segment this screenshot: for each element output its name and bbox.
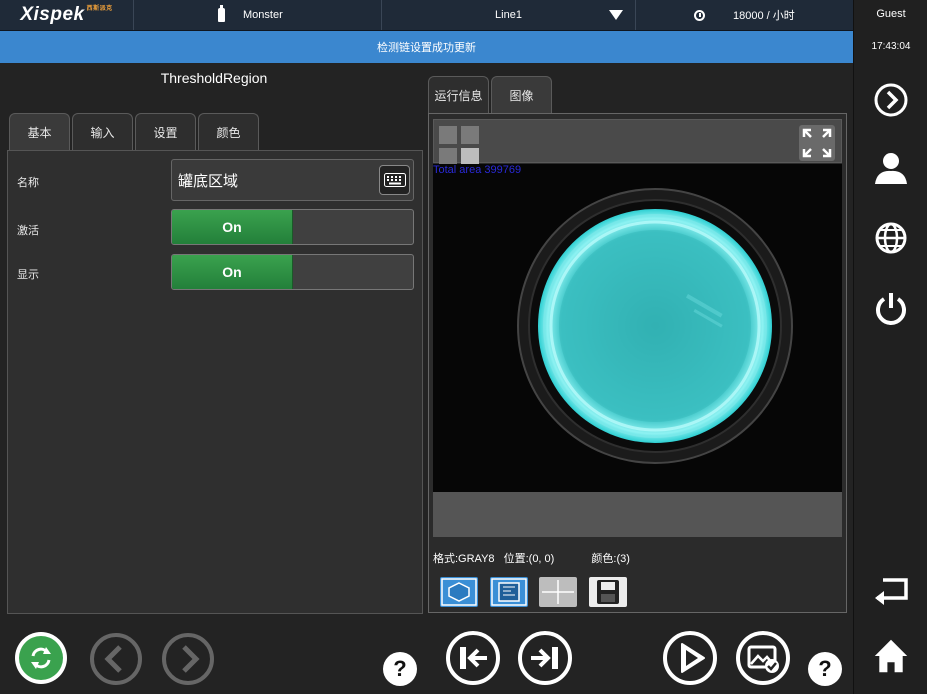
help-button-left[interactable]: ? [383,652,417,686]
right-tab-bar: 运行信息 图像 [428,76,552,113]
tab-input[interactable]: 输入 [72,113,133,150]
product-selector[interactable]: Monster [134,0,382,30]
previous-button[interactable] [89,632,143,686]
step-forward-icon [518,631,572,685]
top-bar: Xispek 西斯派克 Monster Line1 18000 / 小时 [0,0,853,31]
fullscreen-icon [802,128,832,158]
globe-icon[interactable] [873,220,909,256]
tab-runtime-info[interactable]: 运行信息 [428,76,489,113]
display-toggle-on: On [172,255,293,289]
image-toolbar [433,119,842,166]
total-area-label: Total area 399769 [433,164,522,176]
chevron-left-icon [90,633,142,685]
line-name: Line1 [495,9,522,21]
tab-label: 颜色 [216,125,241,140]
split-view-button[interactable] [539,577,577,607]
tab-label: 图像 [509,88,534,103]
user-icon[interactable] [873,150,909,186]
refresh-button[interactable] [15,632,67,684]
chevron-right-icon [162,633,214,685]
color-text: 颜色:(3) [591,553,630,565]
hexagon-region-icon [441,578,477,606]
step-back-icon [446,631,500,685]
name-value: 罐底区域 [178,172,239,190]
tab-label: 设置 [153,125,178,140]
tab-label: 基本 [27,125,52,140]
logo-text: Xispek [20,4,85,25]
active-toggle-on: On [172,210,293,244]
active-label: 激活 [17,225,39,237]
tab-settings[interactable]: 设置 [135,113,196,150]
notification-bar: 检测链设置成功更新 [0,31,853,63]
left-tab-bar: 基本 输入 设置 颜色 [9,113,259,150]
logo: Xispek 西斯派克 [0,0,134,30]
save-icon [597,580,619,604]
step-back-button[interactable] [445,630,501,686]
image-check-icon [736,631,790,685]
step-forward-button[interactable] [517,630,573,686]
line-selector[interactable]: Line1 [382,0,636,30]
save-image-button[interactable] [589,577,627,607]
current-user[interactable]: Guest [854,8,927,20]
keyboard-button[interactable] [379,165,410,195]
fullscreen-button[interactable] [799,125,835,161]
chevron-down-icon[interactable] [609,10,623,20]
image-panel: Total area 399769 格式:GRAY8 位置:(0, 0) 颜色:… [428,113,847,613]
position-text: 位置:(0, 0) [503,553,555,565]
keyboard-icon [383,173,406,187]
active-toggle[interactable]: On [171,209,414,245]
page-title: ThresholdRegion [160,70,268,86]
image-viewer[interactable]: Total area 399769 [433,164,842,492]
play-button[interactable] [662,630,718,686]
tab-image[interactable]: 图像 [491,76,552,113]
forward-circle-icon[interactable] [873,82,909,118]
speed-display: 18000 / 小时 [636,0,853,30]
calibration-icon [491,578,527,606]
back-arrow-icon[interactable] [873,570,909,606]
right-sidebar: Guest 17:43:04 [853,0,927,694]
logo-subtext: 西斯派克 [86,5,113,12]
image-capture-button[interactable] [735,630,791,686]
next-button[interactable] [161,632,215,686]
image-info: 格式:GRAY8 位置:(0, 0) 颜色:(3) [433,550,630,566]
format-text: 格式:GRAY8 [433,553,495,565]
region-view-button[interactable] [440,577,478,607]
help-button-right[interactable]: ? [808,652,842,686]
notification-text: 检测链设置成功更新 [377,42,476,54]
tab-label: 运行信息 [434,88,483,103]
app-window: Xispek 西斯派克 Monster Line1 18000 / 小时 检测链… [0,0,927,694]
grid-layout-icon[interactable] [439,126,481,168]
name-field[interactable]: 罐底区域 [171,159,414,201]
image-status-strip [433,492,842,537]
properties-panel: 名称 罐底区域 激活 On 显示 On [7,150,423,614]
can-bottom-image [433,164,842,492]
name-label: 名称 [17,177,39,189]
play-icon [663,631,717,685]
split-view-icon [542,580,574,604]
product-name: Monster [243,9,283,21]
clock-time: 17:43:04 [871,41,911,52]
clock-icon [694,9,705,21]
power-icon[interactable] [873,290,909,326]
bottle-icon [218,5,225,22]
calibration-view-button[interactable] [490,577,528,607]
refresh-icon [19,636,63,680]
display-toggle[interactable]: On [171,254,414,290]
tab-color[interactable]: 颜色 [198,113,259,150]
home-icon[interactable] [871,638,911,674]
tab-basic[interactable]: 基本 [9,113,70,150]
tab-label: 输入 [90,125,115,140]
speed-value: 18000 / 小时 [733,10,795,22]
display-label: 显示 [17,269,39,281]
